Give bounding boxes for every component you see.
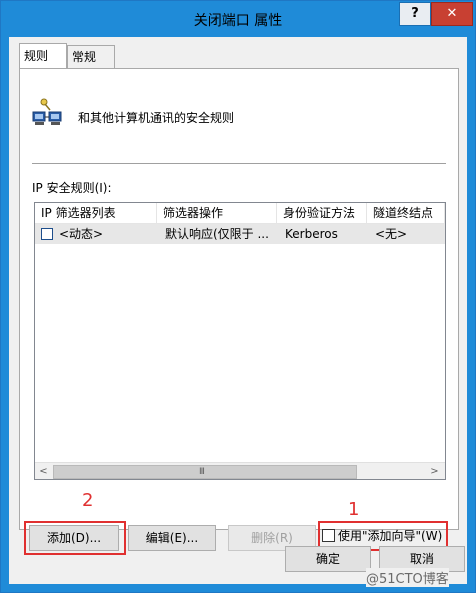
cell-tunnel-endpoint: <无> xyxy=(375,227,408,241)
rules-panel: 和其他计算机通讯的安全规则 IP 安全规则(I): IP 筛选器列表 筛选器操作… xyxy=(19,68,459,555)
annotation-marker-2: 2 xyxy=(82,490,94,511)
tab-rules[interactable]: 规则 xyxy=(19,43,67,68)
edit-button[interactable]: 编辑(E)... xyxy=(128,525,216,551)
add-button[interactable]: 添加(D)... xyxy=(29,525,119,551)
wizard-checkbox-label: 使用"添加向导"(W) xyxy=(338,529,443,543)
network-computers-icon xyxy=(32,98,62,125)
watermark: @51CTO博客 xyxy=(366,568,449,587)
properties-window: 关闭端口 属性 ? ✕ 规则 常规 和其他计算机通讯的安全规则 IP 安全规则(… xyxy=(0,0,476,593)
horizontal-scrollbar[interactable]: < III > xyxy=(35,462,445,479)
list-item[interactable]: <动态> 默认响应(仅限于 ... Kerberos <无> xyxy=(35,224,445,244)
divider xyxy=(32,163,446,164)
scroll-left-icon[interactable]: < xyxy=(36,464,51,479)
rule-checkbox[interactable] xyxy=(41,228,53,240)
wizard-checkbox-box[interactable] xyxy=(322,529,335,542)
ok-button[interactable]: 确定 xyxy=(285,546,371,572)
scroll-right-icon[interactable]: > xyxy=(427,464,442,479)
tab-general[interactable]: 常规 xyxy=(67,45,115,68)
list-header: IP 筛选器列表 筛选器操作 身份验证方法 隧道终结点 xyxy=(35,203,445,224)
cell-filter-list: <动态> xyxy=(35,224,157,244)
add-wizard-checkbox[interactable]: 使用"添加向导"(W) xyxy=(322,527,442,544)
scroll-thumb[interactable]: III xyxy=(53,465,357,479)
filter-list-value: <动态> xyxy=(59,227,104,241)
ip-rules-list[interactable]: IP 筛选器列表 筛选器操作 身份验证方法 隧道终结点 <动态> 默认响应(仅限… xyxy=(34,202,446,480)
cell-filter-action: 默认响应(仅限于 ... xyxy=(165,227,269,241)
title-bar[interactable]: 关闭端口 属性 ? ✕ xyxy=(1,1,475,37)
ip-rules-label: IP 安全规则(I): xyxy=(32,181,112,195)
close-button[interactable]: ✕ xyxy=(431,2,473,26)
column-header-filter-list[interactable]: IP 筛选器列表 xyxy=(35,203,157,223)
help-button[interactable]: ? xyxy=(399,2,431,26)
dialog-client: 规则 常规 和其他计算机通讯的安全规则 IP 安全规则(I): IP 筛选器列表 xyxy=(9,37,467,584)
annotation-marker-1: 1 xyxy=(348,499,360,520)
cell-auth-method: Kerberos xyxy=(285,227,338,241)
scroll-grip-icon: III xyxy=(199,467,205,477)
column-header-auth-method[interactable]: 身份验证方法 xyxy=(277,203,367,223)
rules-description: 和其他计算机通讯的安全规则 xyxy=(78,111,235,125)
column-header-tunnel-endpoint[interactable]: 隧道终结点 xyxy=(367,203,445,223)
column-header-filter-action[interactable]: 筛选器操作 xyxy=(157,203,277,223)
